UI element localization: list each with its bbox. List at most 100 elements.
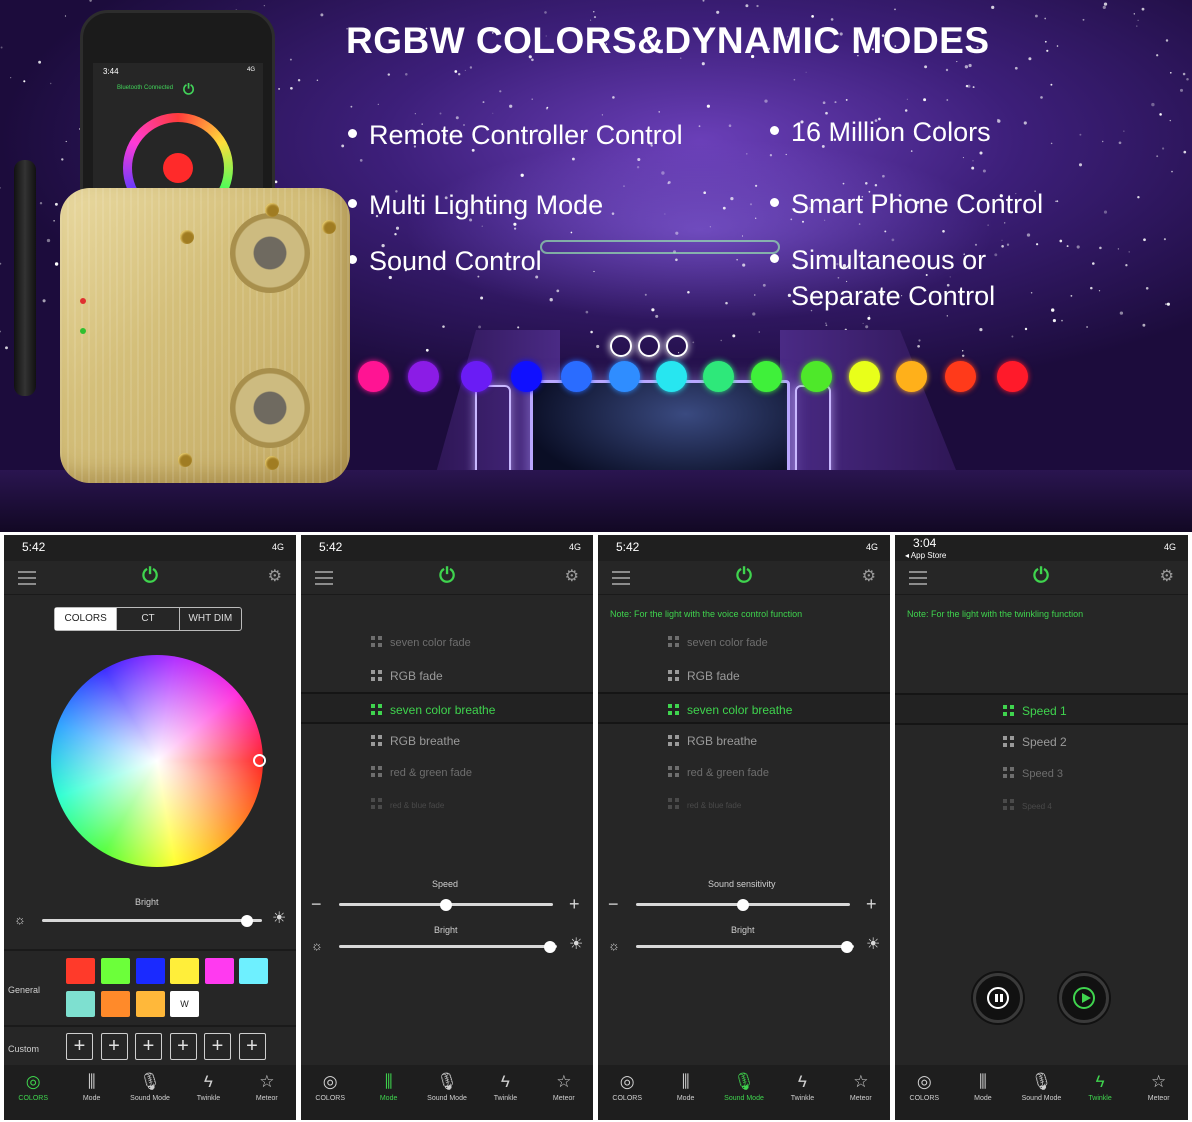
tab-colors[interactable]: ◎ COLORS xyxy=(598,1065,656,1120)
power-icon[interactable]: ⏻ xyxy=(436,565,458,587)
tab-sound-mode[interactable]: 🎙︎ Sound Mode xyxy=(418,1065,476,1120)
screw xyxy=(180,230,194,244)
tab-meteor[interactable]: ☆ Meteor xyxy=(535,1065,593,1120)
bright-slider-thumb[interactable] xyxy=(841,941,854,953)
star xyxy=(1171,170,1173,173)
star xyxy=(1159,113,1162,116)
minus-icon[interactable]: − xyxy=(608,895,619,913)
tab-sound-mode[interactable]: 🎙︎ Sound Mode xyxy=(1012,1065,1071,1120)
menu-icon[interactable] xyxy=(315,571,333,585)
mode-item[interactable]: red & green fade xyxy=(598,757,890,789)
white-preset-chip[interactable]: W xyxy=(170,991,199,1017)
mode-item[interactable]: Speed 4 xyxy=(895,791,1188,823)
mode-item[interactable]: seven color breathe xyxy=(301,692,593,724)
tab-sound-mode[interactable]: 🎙︎ Sound Mode xyxy=(121,1065,179,1120)
tab-mode[interactable]: ⫼ Mode xyxy=(656,1065,714,1120)
power-icon[interactable]: ⏻ xyxy=(1030,565,1052,587)
color-preset-chip[interactable] xyxy=(101,991,130,1017)
power-icon[interactable]: ⏻ xyxy=(139,565,161,587)
bright-slider-thumb[interactable] xyxy=(240,915,253,927)
mode-item[interactable]: RGB breathe xyxy=(598,725,890,757)
tab-mode[interactable]: ⫼ Mode xyxy=(62,1065,120,1120)
mode-item[interactable]: seven color fade xyxy=(598,627,890,659)
add-custom-color-button[interactable]: + xyxy=(100,1033,128,1060)
tab-twinkle[interactable]: ϟ Twinkle xyxy=(1071,1065,1130,1120)
minus-icon[interactable]: − xyxy=(311,895,322,913)
add-custom-color-button[interactable]: + xyxy=(66,1033,93,1060)
color-preset-chip[interactable] xyxy=(170,958,199,984)
star xyxy=(1006,243,1010,246)
bright-label: Bright xyxy=(135,897,159,907)
menu-icon[interactable] xyxy=(18,571,36,585)
mode-item[interactable]: seven color breathe xyxy=(598,692,890,724)
mode-item[interactable]: RGB fade xyxy=(301,660,593,692)
tab-colors[interactable]: ◎ COLORS xyxy=(4,1065,62,1120)
tab-wht-dim[interactable]: WHT DIM xyxy=(180,608,241,630)
menu-icon[interactable] xyxy=(909,571,927,585)
mode-item[interactable]: red & blue fade xyxy=(301,790,593,822)
color-preset-chip[interactable] xyxy=(101,958,130,984)
star xyxy=(946,99,949,101)
star xyxy=(10,77,12,79)
tab-colors[interactable]: ◎ COLORS xyxy=(301,1065,359,1120)
star xyxy=(825,324,828,327)
mode-item[interactable]: Speed 3 xyxy=(895,758,1188,790)
color-preset-chip[interactable] xyxy=(239,958,268,984)
tab-meteor[interactable]: ☆ Meteor xyxy=(1129,1065,1188,1120)
mode-item[interactable]: red & blue fade xyxy=(598,790,890,822)
play-button[interactable] xyxy=(1059,973,1109,1023)
mode-item[interactable]: red & green fade xyxy=(301,757,593,789)
mode-item[interactable]: RGB fade xyxy=(598,660,890,692)
mode-item[interactable]: Speed 2 xyxy=(895,726,1188,758)
tab-meteor[interactable]: ☆ Meteor xyxy=(238,1065,296,1120)
gear-icon[interactable]: ⚙ xyxy=(862,569,876,585)
plus-icon[interactable]: + xyxy=(569,895,580,913)
back-to-app-store[interactable]: ◂ App Store xyxy=(905,551,946,560)
tab-twinkle[interactable]: ϟ Twinkle xyxy=(476,1065,534,1120)
tab-ct[interactable]: CT xyxy=(117,608,180,630)
screw xyxy=(178,453,192,467)
tab-meteor[interactable]: ☆ Meteor xyxy=(832,1065,890,1120)
tab-twinkle[interactable]: ϟ Twinkle xyxy=(179,1065,237,1120)
tab-colors[interactable]: COLORS xyxy=(55,608,118,630)
feature-multi-mode: Multi Lighting Mode xyxy=(348,188,603,222)
mode-item[interactable]: RGB breathe xyxy=(301,725,593,757)
bright-slider-thumb[interactable] xyxy=(544,941,557,953)
tab-colors[interactable]: ◎ COLORS xyxy=(895,1065,954,1120)
gear-icon[interactable]: ⚙ xyxy=(1160,569,1174,585)
color-preset-chip[interactable] xyxy=(205,958,234,984)
tab-mode[interactable]: ⫼ Mode xyxy=(359,1065,417,1120)
add-custom-color-button[interactable]: + xyxy=(204,1033,231,1060)
add-custom-color-button[interactable]: + xyxy=(169,1033,197,1060)
speed-slider-thumb[interactable] xyxy=(440,899,452,911)
star xyxy=(1102,5,1106,9)
tab-mode[interactable]: ⫼ Mode xyxy=(954,1065,1013,1120)
star xyxy=(1166,302,1170,306)
power-icon[interactable]: ⏻ xyxy=(733,565,755,587)
star xyxy=(965,84,969,88)
tab-sound-mode[interactable]: 🎙︎ Sound Mode xyxy=(715,1065,773,1120)
banner-phone-color-dot xyxy=(163,153,193,183)
sensitivity-slider-thumb[interactable] xyxy=(737,899,749,911)
star xyxy=(962,350,964,352)
add-custom-color-button[interactable]: + xyxy=(238,1033,266,1060)
color-preset-chip[interactable] xyxy=(66,991,95,1017)
color-wheel[interactable] xyxy=(51,655,263,867)
mode-item[interactable]: seven color fade xyxy=(301,627,593,659)
bright-slider-track[interactable] xyxy=(42,919,262,922)
add-custom-color-button[interactable]: + xyxy=(135,1033,162,1060)
bright-slider-track[interactable] xyxy=(339,945,557,948)
gear-icon[interactable]: ⚙ xyxy=(565,569,579,585)
plus-icon[interactable]: + xyxy=(866,895,877,913)
color-preset-chip[interactable] xyxy=(136,991,165,1017)
color-preset-chip[interactable] xyxy=(66,958,95,984)
bright-slider-track[interactable] xyxy=(636,945,854,948)
mode-item[interactable]: Speed 1 xyxy=(895,693,1188,725)
gear-icon[interactable]: ⚙ xyxy=(268,569,282,585)
tab-twinkle[interactable]: ϟ Twinkle xyxy=(773,1065,831,1120)
pause-button[interactable] xyxy=(973,973,1023,1023)
color-wheel-knob[interactable] xyxy=(253,754,266,767)
star xyxy=(290,86,293,90)
color-preset-chip[interactable] xyxy=(136,958,165,984)
menu-icon[interactable] xyxy=(612,571,630,585)
